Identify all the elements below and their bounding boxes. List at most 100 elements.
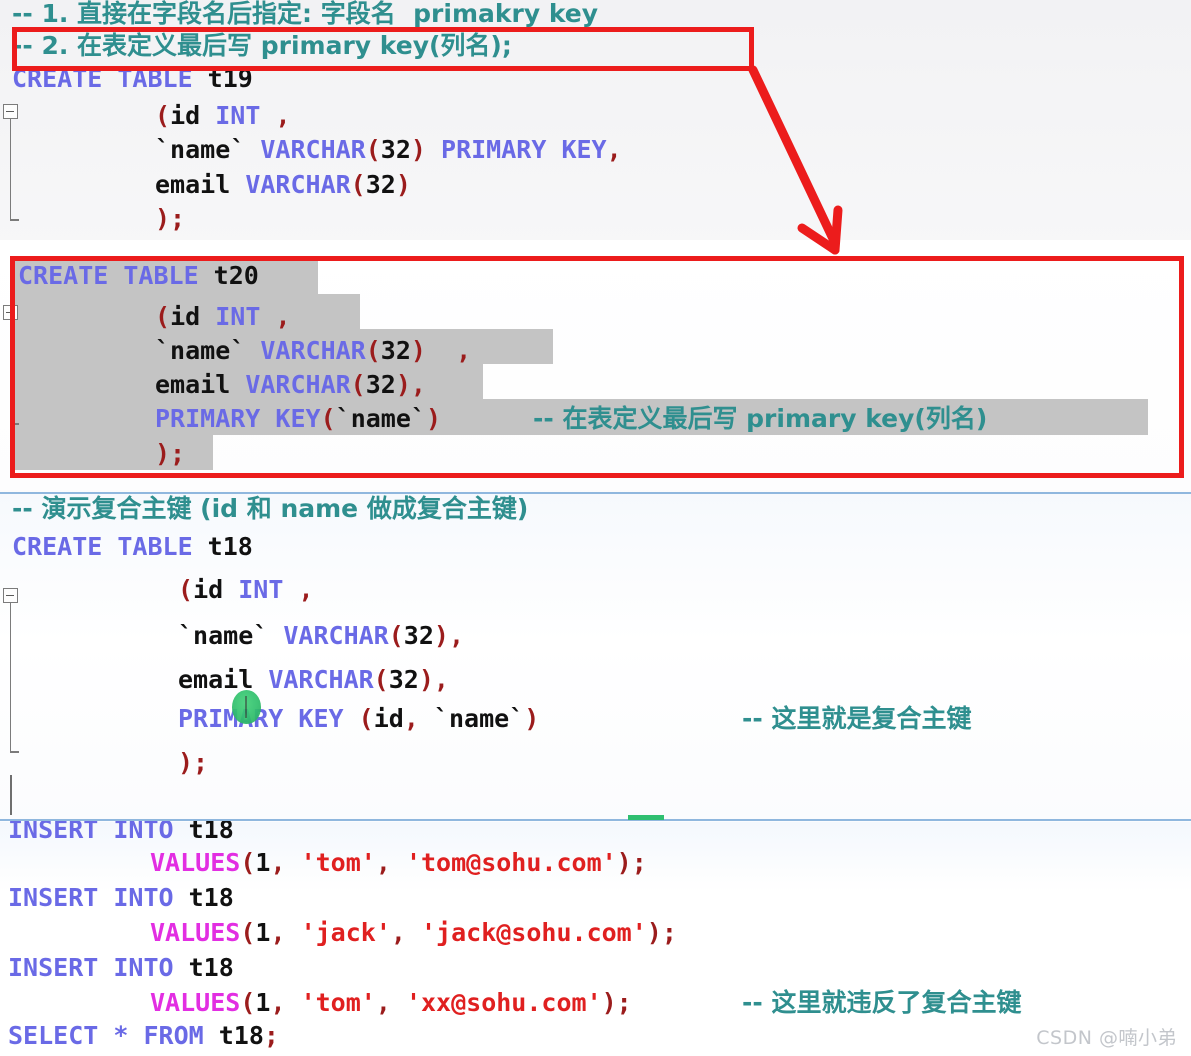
code-token-cmt: -- 这里就是复合主键 xyxy=(742,704,972,733)
code-token-punc: , xyxy=(270,918,286,947)
code-token-num: 32 xyxy=(388,665,419,694)
code-token-punc: ( xyxy=(350,370,366,399)
code-token-num: 32 xyxy=(365,370,396,399)
code-token-ident xyxy=(391,988,406,1017)
code-token-ident xyxy=(391,848,406,877)
code-token-punc: ( xyxy=(240,848,256,877)
code-token-kw: INSERT INTO xyxy=(8,953,189,982)
code-token-kw: CREATE TABLE xyxy=(12,532,208,561)
code-line[interactable]: -- 演示复合主键 (id 和 name 做成复合主键) xyxy=(12,492,528,526)
code-token-ident: `name` xyxy=(155,336,246,365)
code-token-ident xyxy=(286,988,301,1017)
code-token-ident xyxy=(426,336,456,365)
code-token-punc: ) xyxy=(395,170,411,199)
code-token-punc: ); xyxy=(155,439,186,468)
code-line[interactable]: `name` VARCHAR(32) , xyxy=(155,334,471,368)
code-token-punc: ( xyxy=(358,704,374,733)
code-token-ident: email xyxy=(155,370,246,399)
code-token-vals: VALUES xyxy=(150,988,241,1017)
fold-minus-icon[interactable] xyxy=(3,305,18,320)
code-token-punc: ) xyxy=(418,665,434,694)
code-line[interactable]: `name` VARCHAR(32), xyxy=(178,619,464,653)
code-token-kw: VARCHAR xyxy=(260,135,366,164)
code-line[interactable]: VALUES(1, 'jack', 'jack@sohu.com'); xyxy=(150,916,677,950)
fold-stem xyxy=(9,119,11,219)
fold-stem xyxy=(9,320,11,423)
code-token-punc: , xyxy=(275,302,291,331)
code-line[interactable]: ); xyxy=(155,437,185,471)
code-token-ident: id xyxy=(170,302,216,331)
fold-minus-icon[interactable] xyxy=(3,104,18,119)
code-token-kw: VARCHAR xyxy=(245,170,351,199)
code-line[interactable]: email VARCHAR(32), xyxy=(178,663,449,697)
code-token-num: 32 xyxy=(365,170,396,199)
code-line[interactable]: INSERT INTO t18 xyxy=(8,951,234,985)
code-token-punc: ) xyxy=(425,404,442,433)
code-token-cmt: -- 在表定义最后写 primary key(列名) xyxy=(533,404,988,433)
code-token-ident: t19 xyxy=(207,64,253,93)
code-token-punc: , xyxy=(270,988,286,1017)
code-line[interactable]: CREATE TABLE t20 xyxy=(18,259,259,293)
code-line[interactable]: VALUES(1, 'tom', 'tom@sohu.com'); xyxy=(150,846,647,880)
code-line[interactable]: ); xyxy=(155,202,185,236)
code-line[interactable]: -- 2. 在表定义最后写 primary key(列名); xyxy=(12,29,512,63)
code-token-punc: ); xyxy=(616,848,647,877)
code-token-kw: VARCHAR xyxy=(260,336,366,365)
code-token-str: 'tom' xyxy=(300,988,376,1017)
code-token-punc: , xyxy=(298,575,314,604)
code-token-kw: VARCHAR xyxy=(283,621,389,650)
code-token-ident: `name` xyxy=(418,704,525,733)
code-token-punc: ( xyxy=(320,404,336,433)
code-token-num: 32 xyxy=(403,621,434,650)
code-line[interactable]: -- 这里就违反了复合主键 xyxy=(742,986,1021,1020)
code-line[interactable]: -- 在表定义最后写 primary key(列名) xyxy=(533,402,987,436)
code-token-punc: , xyxy=(375,848,391,877)
fold-foot xyxy=(9,751,19,753)
code-token-kw: VARCHAR xyxy=(268,665,374,694)
fold-foot xyxy=(9,423,19,425)
code-token-kw: VARCHAR xyxy=(245,370,351,399)
code-line[interactable]: (id INT , xyxy=(155,300,291,334)
code-line[interactable]: (id INT , xyxy=(178,573,314,607)
code-token-ident: `name` xyxy=(155,135,246,164)
code-token-num: 32 xyxy=(380,336,411,365)
code-line[interactable]: CREATE TABLE t18 xyxy=(12,530,253,564)
section-divider-upper xyxy=(0,492,1191,494)
code-token-kw: INT xyxy=(215,302,261,331)
code-token-punc: , xyxy=(375,988,391,1017)
code-line[interactable]: SELECT * FROM t18; xyxy=(8,1019,279,1053)
code-line[interactable]: ); xyxy=(178,746,208,780)
code-token-punc: ( xyxy=(388,621,404,650)
code-token-ident xyxy=(344,704,359,733)
code-token-punc: ( xyxy=(155,101,171,130)
code-token-kw: FROM xyxy=(128,1021,219,1050)
fold-minus-icon[interactable] xyxy=(3,588,18,603)
code-line[interactable]: -- 1. 直接在字段名后指定: 字段名 primakry key xyxy=(12,0,598,31)
code-line[interactable]: email VARCHAR(32) xyxy=(155,168,411,202)
code-token-punc: , xyxy=(403,704,419,733)
code-token-str: 'tom' xyxy=(300,848,376,877)
code-line[interactable]: INSERT INTO t18 xyxy=(8,881,234,915)
code-token-kw: PRIMARY KEY xyxy=(441,135,607,164)
sql-editor-canvas[interactable]: -- 1. 直接在字段名后指定: 字段名 primakry key -- 2. 在… xyxy=(0,0,1191,1056)
code-token-num: 1 xyxy=(255,988,271,1017)
code-line[interactable]: -- 这里就是复合主键 xyxy=(742,702,971,736)
code-line[interactable]: CREATE TABLE t19 xyxy=(12,62,253,96)
code-line[interactable]: VALUES(1, 'tom', 'xx@sohu.com'); xyxy=(150,986,632,1020)
code-line[interactable]: (id INT , xyxy=(155,99,291,133)
code-line[interactable]: PRIMARY KEY(`name`) xyxy=(155,402,441,436)
code-token-ident: email xyxy=(155,170,246,199)
code-token-kw: CREATE TABLE xyxy=(18,261,214,290)
gutter-caret-mark xyxy=(10,775,12,815)
code-line[interactable]: email VARCHAR(32), xyxy=(155,368,426,402)
code-token-str: 'xx@sohu.com' xyxy=(405,988,602,1017)
code-token-str: 'jack' xyxy=(300,918,391,947)
code-token-punc: ( xyxy=(240,988,256,1017)
code-line[interactable]: `name` VARCHAR(32) PRIMARY KEY, xyxy=(155,133,622,167)
section-divider-lower xyxy=(0,819,1191,821)
code-token-ident: t18 xyxy=(218,1021,264,1050)
code-token-kw: SELECT xyxy=(8,1021,114,1050)
code-token-num: 32 xyxy=(380,135,411,164)
code-token-punc: , xyxy=(606,135,622,164)
code-token-ident xyxy=(245,336,260,365)
